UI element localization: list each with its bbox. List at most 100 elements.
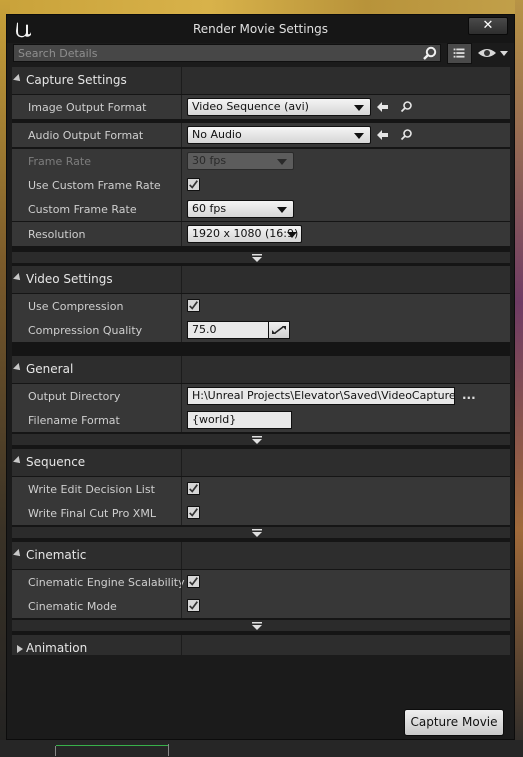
expand-down-icon: [252, 622, 262, 630]
property-label: Write Final Cut Pro XML: [28, 507, 156, 520]
list-view-icon: [453, 48, 465, 58]
timeline-marker: [55, 746, 56, 756]
column-splitter[interactable]: [181, 594, 182, 618]
custom-frame-rate-dropdown[interactable]: 60 fps: [187, 200, 294, 218]
column-splitter[interactable]: [181, 384, 182, 408]
chevron-down-icon: [287, 232, 297, 238]
property-label: Compression Quality: [28, 324, 143, 337]
property-label: Filename Format: [28, 414, 120, 427]
column-splitter[interactable]: [181, 294, 182, 318]
category-video-settings[interactable]: Video Settings: [12, 266, 510, 293]
property-label: Output Directory: [28, 390, 121, 403]
collapse-arrow-icon[interactable]: [13, 273, 23, 283]
compression-quality-slider[interactable]: 75.0: [187, 321, 269, 339]
advanced-expander[interactable]: [12, 252, 510, 263]
column-splitter[interactable]: [181, 197, 182, 221]
column-splitter[interactable]: [181, 408, 182, 432]
property-label: Use Compression: [28, 300, 124, 313]
checkmark-icon: [189, 484, 198, 493]
collapse-arrow-icon[interactable]: [13, 549, 23, 559]
arrow-left-icon[interactable]: [376, 129, 389, 141]
column-splitter[interactable]: [181, 570, 182, 594]
dropdown-value: 1920 x 1080 (16:9): [192, 227, 299, 240]
write-fcp-xml-checkbox[interactable]: [187, 506, 200, 519]
close-button[interactable]: ✕: [468, 17, 508, 35]
image-output-format-dropdown[interactable]: Video Sequence (avi): [187, 98, 371, 116]
row-cinematic-engine-scalability: Cinematic Engine Scalability: [12, 570, 510, 594]
frame-rate-dropdown: 30 fps: [187, 152, 294, 170]
column-splitter[interactable]: [181, 266, 182, 293]
advanced-expander[interactable]: [12, 434, 510, 445]
collapse-arrow-icon[interactable]: [13, 363, 23, 373]
use-compression-checkbox[interactable]: [187, 299, 200, 312]
advanced-expander[interactable]: [12, 527, 510, 538]
row-compression-quality: Compression Quality 75.0: [12, 318, 510, 342]
title-bar[interactable]: Render Movie Settings ✕: [7, 15, 514, 43]
expand-arrow-icon[interactable]: [17, 645, 23, 653]
column-splitter[interactable]: [181, 449, 182, 476]
expand-down-icon: [252, 436, 262, 444]
property-label: Use Custom Frame Rate: [28, 179, 161, 192]
column-splitter[interactable]: [181, 95, 182, 119]
column-splitter[interactable]: [181, 477, 182, 501]
magnifier-icon[interactable]: [400, 128, 413, 141]
search-details-input[interactable]: [18, 45, 418, 61]
chevron-down-icon: [354, 133, 364, 139]
audio-output-format-dropdown[interactable]: No Audio: [187, 126, 371, 144]
property-label: Frame Rate: [28, 155, 91, 168]
use-custom-frame-rate-checkbox[interactable]: [187, 178, 200, 191]
slider-grip-handle[interactable]: [268, 321, 290, 339]
browse-directory-button[interactable]: ...: [462, 388, 476, 402]
category-sequence[interactable]: Sequence: [12, 449, 510, 476]
column-splitter[interactable]: [181, 149, 182, 173]
dropdown-value: 30 fps: [192, 154, 227, 167]
resolution-dropdown[interactable]: 1920 x 1080 (16:9): [187, 225, 302, 243]
cinematic-engine-scalability-checkbox[interactable]: [187, 575, 200, 588]
eye-icon[interactable]: [477, 45, 509, 61]
checkmark-icon: [189, 601, 198, 610]
row-filename-format: Filename Format {world}: [12, 408, 510, 432]
column-splitter[interactable]: [181, 67, 182, 94]
magnifier-icon[interactable]: [400, 100, 413, 113]
search-details-bar[interactable]: [13, 44, 441, 62]
expand-down-icon: [252, 254, 262, 262]
category-capture-settings[interactable]: Capture Settings: [12, 67, 510, 94]
category-cinematic[interactable]: Cinematic: [12, 542, 510, 569]
category-general[interactable]: General: [12, 356, 510, 383]
column-splitter[interactable]: [181, 542, 182, 569]
column-splitter[interactable]: [181, 501, 182, 525]
dropdown-value: Video Sequence (avi): [192, 100, 309, 113]
write-edl-checkbox[interactable]: [187, 482, 200, 495]
column-splitter[interactable]: [181, 222, 182, 246]
category-label: General: [26, 362, 74, 376]
category-label: Capture Settings: [26, 73, 127, 87]
row-image-output-format: Image Output Format Video Sequence (avi): [12, 95, 510, 119]
category-label: Sequence: [26, 455, 86, 469]
row-frame-rate: Frame Rate 30 fps: [12, 149, 510, 173]
checkmark-icon: [189, 180, 198, 189]
column-splitter[interactable]: [181, 356, 182, 383]
property-label: Write Edit Decision List: [28, 483, 155, 496]
row-use-custom-frame-rate: Use Custom Frame Rate: [12, 173, 510, 197]
column-splitter[interactable]: [181, 123, 182, 147]
advanced-expander[interactable]: [12, 620, 510, 631]
row-cinematic-mode: Cinematic Mode: [12, 594, 510, 618]
render-movie-settings-window: Render Movie Settings ✕ Capture Settings…: [6, 14, 515, 740]
arrow-left-icon[interactable]: [376, 101, 389, 113]
output-directory-field[interactable]: H:\Unreal Projects\Elevator\Saved\VideoC…: [187, 387, 455, 405]
window-title: Render Movie Settings: [192, 22, 329, 36]
cinematic-mode-checkbox[interactable]: [187, 599, 200, 612]
collapse-arrow-icon[interactable]: [13, 456, 23, 466]
filename-format-field[interactable]: {world}: [187, 411, 292, 429]
row-resolution: Resolution 1920 x 1080 (16:9): [12, 222, 510, 246]
background-scene-top: [0, 0, 523, 14]
background-scene-right: [515, 0, 523, 757]
column-splitter[interactable]: [181, 173, 182, 197]
column-splitter[interactable]: [181, 318, 182, 342]
view-options-button[interactable]: [447, 43, 472, 64]
timeline-playhead: [168, 744, 169, 756]
checkmark-icon: [189, 508, 198, 517]
search-icon[interactable]: [422, 46, 438, 60]
capture-movie-button[interactable]: Capture Movie: [404, 709, 504, 736]
collapse-arrow-icon[interactable]: [13, 74, 23, 84]
